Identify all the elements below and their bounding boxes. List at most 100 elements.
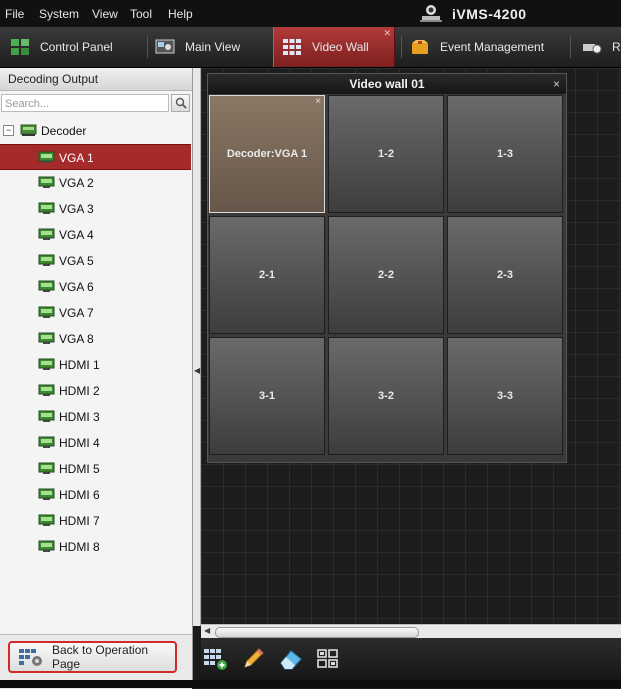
camera-logo-icon	[420, 5, 442, 22]
wall-cell[interactable]: 3-1	[209, 337, 325, 455]
back-button-label: Back to Operation Page	[52, 643, 149, 671]
decoder-output-icon	[38, 227, 55, 244]
wall-cell-label: Decoder:VGA 1	[226, 148, 308, 160]
video-wall-canvas[interactable]: Video wall 01 × Decoder:VGA 1 × 1-2 1-3 2-1 2…	[201, 68, 621, 624]
eraser-icon	[280, 650, 302, 670]
split-screen-icon	[317, 649, 338, 668]
menu-help[interactable]: Help	[168, 7, 193, 21]
panel-collapse-handle[interactable]: ◀	[193, 68, 201, 626]
horizontal-scrollbar[interactable]: ◀	[201, 624, 621, 639]
tree-item-label: VGA 6	[59, 280, 94, 294]
tree-item-label: VGA 5	[59, 254, 94, 268]
tree-item-label: VGA 2	[59, 176, 94, 190]
tree-item-output[interactable]: VGA 5	[0, 248, 191, 274]
wall-cell[interactable]: 3-3	[447, 337, 563, 455]
menu-bar: File System View Tool Help iVMS-4200	[0, 0, 621, 27]
tree-item-output[interactable]: HDMI 2	[0, 378, 191, 404]
wall-cell[interactable]: 1-2	[328, 95, 444, 213]
bottom-toolbar	[201, 638, 621, 680]
wall-cell-label: 3-2	[378, 390, 394, 402]
tree-item-output[interactable]: VGA 3	[0, 196, 191, 222]
wall-cell-label: 2-3	[497, 269, 513, 281]
tree-item-label: HDMI 7	[59, 514, 100, 528]
tree-item-label: HDMI 3	[59, 410, 100, 424]
search-input[interactable]: Search...	[1, 94, 169, 112]
menu-tool[interactable]: Tool	[130, 7, 152, 21]
tree-item-label: VGA 4	[59, 228, 94, 242]
tree-item-output[interactable]: HDMI 7	[0, 508, 191, 534]
tree-item-label: HDMI 6	[59, 488, 100, 502]
tab-main-view[interactable]: Main View	[155, 27, 265, 67]
wall-cell[interactable]: Decoder:VGA 1 ×	[209, 95, 325, 213]
tab-control-panel[interactable]: Control Panel	[10, 27, 140, 67]
remote-icon	[582, 38, 602, 56]
wall-cell-label: 3-3	[497, 390, 513, 402]
video-wall-icon	[282, 38, 302, 56]
wall-cell[interactable]: 3-2	[328, 337, 444, 455]
tree-item-output[interactable]: HDMI 5	[0, 456, 191, 482]
tree-item-output[interactable]: HDMI 1	[0, 352, 191, 378]
video-wall-title-bar[interactable]: Video wall 01 ×	[208, 74, 566, 94]
collapse-icon[interactable]: −	[3, 125, 14, 136]
edit-button[interactable]	[241, 647, 267, 671]
tree-item-label: HDMI 8	[59, 540, 100, 554]
search-button[interactable]	[171, 94, 190, 112]
wall-cell[interactable]: 2-2	[328, 216, 444, 334]
app-title: iVMS-4200	[452, 6, 527, 22]
tree-root-decoder[interactable]: − Decoder	[0, 118, 191, 144]
menu-view[interactable]: View	[92, 7, 118, 21]
video-wall-window[interactable]: Video wall 01 × Decoder:VGA 1 × 1-2 1-3 2-1 2…	[207, 73, 567, 463]
decoder-tree: − Decoder VGA 1 VGA 2 VGA 3 VGA 4 VGA 5 VGA 6…	[0, 118, 191, 560]
tab-separator	[570, 36, 571, 58]
tab-label: Event Management	[440, 40, 545, 54]
tree-item-output[interactable]: HDMI 8	[0, 534, 191, 560]
tree-root-label: Decoder	[41, 124, 87, 138]
tab-remote[interactable]: R	[582, 27, 621, 67]
tree-item-output[interactable]: HDMI 4	[0, 430, 191, 456]
menu-system[interactable]: System	[39, 7, 79, 21]
decoder-output-icon	[38, 435, 55, 452]
decoder-output-icon	[38, 279, 55, 296]
add-window-icon	[204, 649, 227, 670]
tree-item-output[interactable]: VGA 1	[0, 144, 191, 170]
collapse-arrow-icon[interactable]: ◀	[194, 366, 200, 375]
tree-item-label: VGA 1	[59, 151, 94, 165]
tab-separator	[401, 36, 402, 58]
decoder-output-icon	[38, 409, 55, 426]
tab-event-management[interactable]: Event Management	[410, 27, 560, 67]
tree-item-output[interactable]: VGA 6	[0, 274, 191, 300]
split-screen-button[interactable]	[315, 647, 341, 671]
tab-label: R	[612, 40, 621, 54]
scroll-left-arrow-icon[interactable]: ◀	[204, 626, 210, 635]
wall-cell[interactable]: 2-1	[209, 216, 325, 334]
decoder-output-icon	[38, 513, 55, 530]
tree-item-output[interactable]: VGA 7	[0, 300, 191, 326]
tree-item-label: HDMI 1	[59, 358, 100, 372]
tree-item-label: HDMI 5	[59, 462, 100, 476]
tree-item-label: VGA 3	[59, 202, 94, 216]
close-icon[interactable]: ×	[553, 74, 560, 94]
menu-file[interactable]: File	[5, 7, 24, 21]
wall-cell[interactable]: 2-3	[447, 216, 563, 334]
tree-item-output[interactable]: VGA 8	[0, 326, 191, 352]
module-tab-bar: Control Panel Main View Video Wall ✕ Eve…	[0, 27, 621, 68]
close-icon[interactable]: ×	[315, 96, 321, 107]
decoder-output-icon	[38, 253, 55, 270]
tree-item-output[interactable]: VGA 4	[0, 222, 191, 248]
tree-item-label: HDMI 4	[59, 436, 100, 450]
tab-separator	[147, 36, 148, 58]
wall-cell[interactable]: 1-3	[447, 95, 563, 213]
tab-video-wall[interactable]: Video Wall ✕	[273, 27, 395, 67]
add-window-button[interactable]	[203, 647, 229, 671]
back-to-operation-page-button[interactable]: Back to Operation Page	[8, 641, 177, 673]
tree-item-output[interactable]: HDMI 3	[0, 404, 191, 430]
decoder-output-icon	[38, 461, 55, 478]
close-tab-icon[interactable]: ✕	[383, 28, 391, 39]
edit-pencil-icon	[244, 648, 264, 668]
decoder-device-icon	[20, 123, 37, 140]
tree-item-output[interactable]: VGA 2	[0, 170, 191, 196]
wall-cell-label: 1-3	[497, 148, 513, 160]
tree-item-output[interactable]: HDMI 6	[0, 482, 191, 508]
scrollbar-thumb[interactable]	[215, 627, 419, 638]
clear-button[interactable]	[278, 647, 304, 671]
